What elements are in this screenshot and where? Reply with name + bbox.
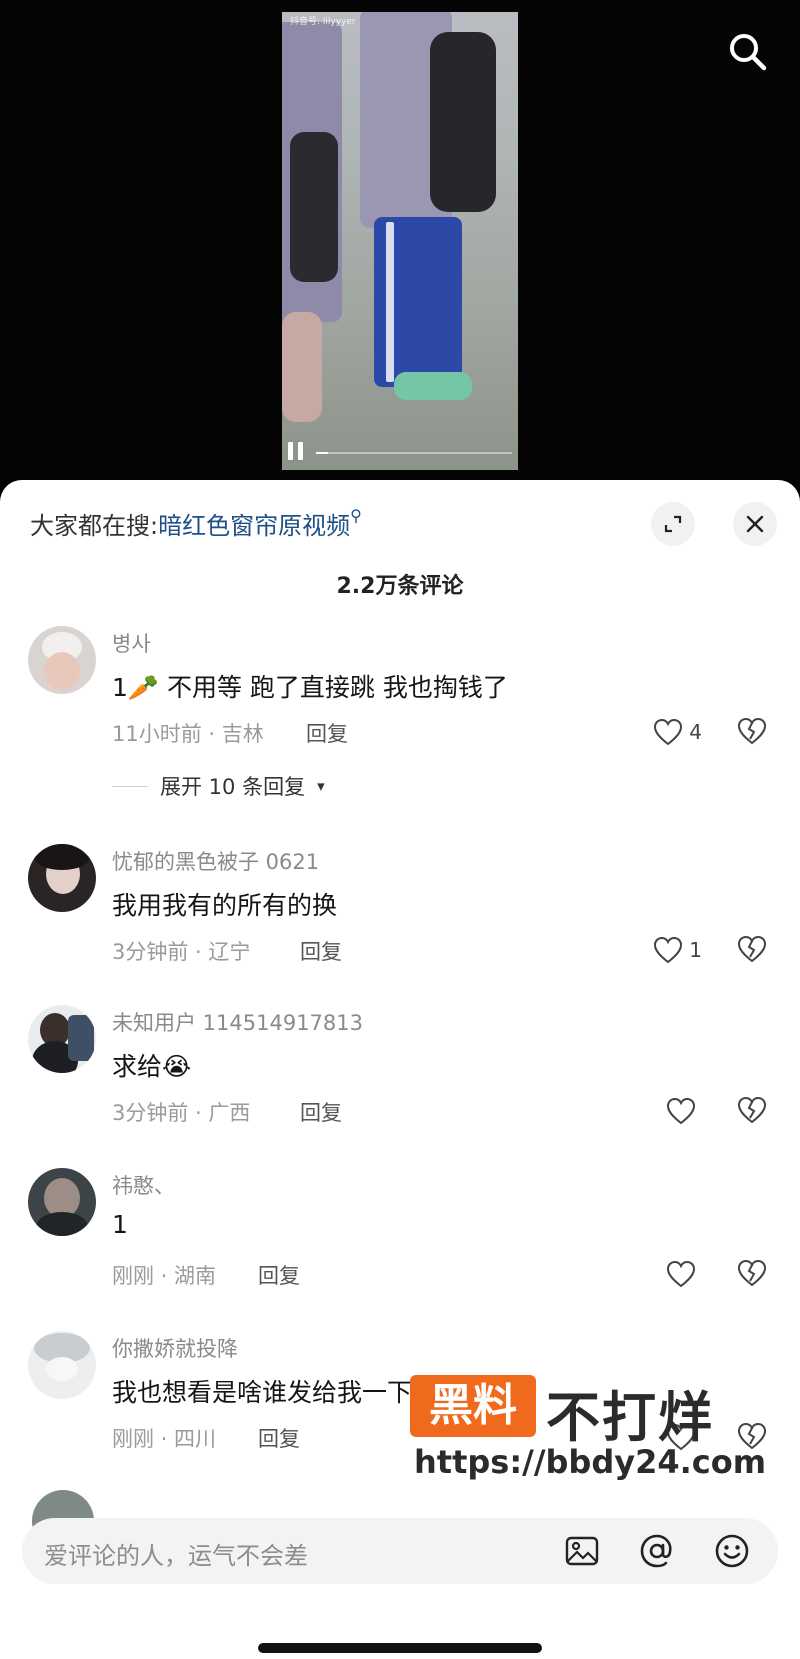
reply-button[interactable]: 回复 (306, 718, 348, 748)
comment-meta: 11小时前 · 吉林 (112, 722, 264, 746)
expand-replies-button[interactable]: 展开 10 条回复 ▾ (112, 771, 325, 801)
comment-item: 未知用户 114514917813 求给😭 3分钟前 · 广西 回复 (0, 1005, 800, 1168)
sheet-header: 大家都在搜:暗红色窗帘原视频⚲ 2.2万条评论 (0, 480, 800, 599)
avatar[interactable] (28, 1005, 96, 1073)
video-figure (290, 132, 338, 282)
image-icon[interactable] (564, 1533, 600, 1569)
broken-heart-icon (737, 1096, 767, 1124)
comment-item: 祎憨、 1 刚刚 · 湖南 回复 (0, 1168, 800, 1331)
comment-author[interactable]: 未知用户 114514917813 (112, 1007, 363, 1037)
collapse-button[interactable] (651, 502, 695, 546)
comment-text: 1 (112, 1210, 128, 1239)
broken-heart-icon (737, 935, 767, 963)
heart-icon (666, 1097, 696, 1125)
heart-icon (654, 936, 683, 964)
chevron-down-icon: ▾ (317, 777, 325, 795)
home-indicator[interactable] (258, 1643, 542, 1653)
search-icon (730, 34, 767, 71)
reply-button[interactable]: 回复 (300, 1097, 342, 1127)
video-figure (394, 372, 472, 400)
comment-item: 병사 1🥕 不用等 跑了直接跳 我也掏钱了 11小时前 · 吉林 回复 4 展开… (0, 626, 800, 844)
comment-list: 병사 1🥕 不用等 跑了直接跳 我也掏钱了 11小时前 · 吉林 回复 4 展开… (0, 626, 800, 1494)
emoji-icon[interactable] (714, 1533, 750, 1569)
watermark-badge: 黑料 (410, 1375, 536, 1437)
watermark-url: https://bbdy24.com (414, 1443, 767, 1481)
video-progress-bar[interactable] (316, 452, 512, 454)
heart-icon (654, 718, 683, 746)
video-figure (430, 32, 496, 212)
video-figure (282, 312, 322, 422)
dislike-button[interactable] (736, 1095, 768, 1127)
reply-button[interactable]: 回复 (258, 1423, 300, 1453)
avatar[interactable] (28, 1168, 96, 1236)
comment-input-placeholder: 爱评论的人，运气不会差 (44, 1542, 308, 1570)
comment-author[interactable]: 병사 (112, 628, 151, 658)
divider (112, 785, 148, 787)
comment-meta: 刚刚 · 湖南 (112, 1264, 217, 1288)
like-count: 1 (689, 938, 702, 962)
broken-heart-icon (737, 1259, 767, 1287)
collapse-icon (664, 515, 682, 533)
video-player[interactable]: 抖音号: lilyyyer (0, 0, 800, 480)
broken-heart-icon (737, 717, 767, 745)
avatar[interactable] (28, 1331, 96, 1399)
like-button[interactable] (666, 1258, 702, 1290)
at-icon[interactable] (639, 1533, 675, 1569)
search-icon: ⚲ (350, 506, 362, 525)
trending-search-prefix: 大家都在搜: (30, 512, 159, 540)
comment-text: 1🥕 不用等 跑了直接跳 我也掏钱了 (112, 673, 508, 702)
avatar[interactable] (28, 844, 96, 912)
comment-author[interactable]: 祎憨、 (112, 1170, 175, 1200)
heart-icon (666, 1260, 696, 1288)
pause-icon[interactable] (288, 442, 310, 464)
comment-count: 2.2万条评论 (336, 574, 464, 599)
comments-sheet: 大家都在搜:暗红色窗帘原视频⚲ 2.2万条评论 병사 1🥕 不用等 跑了直接跳 … (0, 480, 800, 1659)
video-figure (386, 222, 394, 382)
comment-meta: 刚刚 · 四川 (112, 1427, 217, 1451)
search-button[interactable] (726, 30, 770, 74)
comment-text: 我用我有的所有的换 (112, 891, 338, 920)
comment-text: 求给😭 (112, 1052, 192, 1081)
like-button[interactable]: 1 (653, 934, 702, 966)
close-icon (746, 515, 764, 533)
trending-search-term[interactable]: 暗红色窗帘原视频 (158, 512, 350, 540)
comment-author[interactable]: 你撒娇就投降 (112, 1333, 238, 1363)
comment-input[interactable]: 爱评论的人，运气不会差 (22, 1518, 778, 1584)
comment-meta: 3分钟前 · 广西 (112, 1101, 251, 1125)
dislike-button[interactable] (736, 934, 768, 966)
close-button[interactable] (733, 502, 777, 546)
like-button[interactable] (666, 1095, 702, 1127)
like-count: 4 (689, 720, 702, 744)
dislike-button[interactable] (736, 716, 768, 748)
dislike-button[interactable] (736, 1258, 768, 1290)
expand-replies-label: 展开 10 条回复 (160, 775, 306, 799)
reply-button[interactable]: 回复 (300, 936, 342, 966)
watermark-title: 不打烊 (546, 1386, 714, 1449)
like-button[interactable]: 4 (653, 716, 702, 748)
video-progress-fill (316, 452, 328, 454)
video-watermark: 抖音号: lilyyyer (290, 17, 356, 27)
comment-author[interactable]: 忧郁的黑色被子 0621 (112, 846, 319, 876)
comment-meta: 3分钟前 · 辽宁 (112, 940, 251, 964)
avatar[interactable] (28, 626, 96, 694)
trending-search[interactable]: 大家都在搜:暗红色窗帘原视频⚲ (30, 506, 362, 541)
comment-item: 忧郁的黑色被子 0621 我用我有的所有的换 3分钟前 · 辽宁 回复 1 (0, 844, 800, 1005)
comment-text: 我也想看是啥谁发给我一下嘛 (112, 1378, 438, 1407)
video-frame[interactable]: 抖音号: lilyyyer (282, 12, 518, 470)
reply-button[interactable]: 回复 (258, 1260, 300, 1290)
